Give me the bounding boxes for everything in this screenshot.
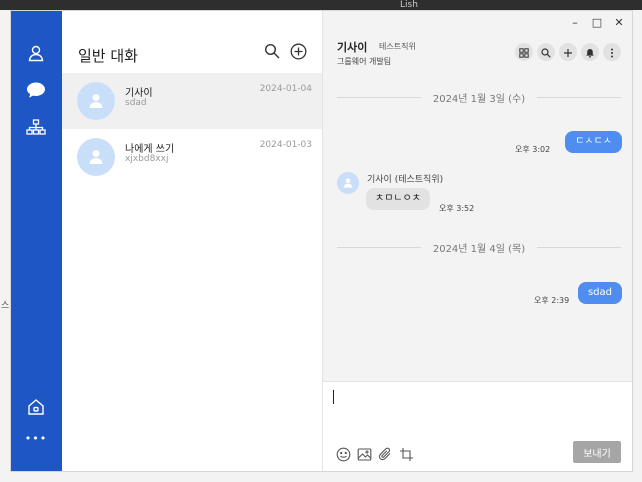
conversation-list-panel: 일반 대화 기사이 sdad 2024-01-04 나에게 쓰기 xjxbd8x… [62, 11, 322, 471]
divider-line [537, 96, 622, 98]
sender-name: 기사이 (테스트직위) [367, 175, 444, 185]
desktop-top-strip [0, 0, 642, 10]
divider-line [537, 246, 622, 248]
rail-more-button[interactable]: ••• [23, 425, 49, 451]
conversation-preview: sdad [125, 98, 147, 108]
rail-contacts-button[interactable] [23, 40, 49, 66]
message-time: 오후 2:39 [534, 296, 570, 305]
smiley-icon [336, 447, 351, 466]
add-member-button[interactable] [559, 43, 577, 61]
nav-rail: ••• [11, 11, 62, 471]
plus-icon [563, 43, 573, 62]
chat-search-button[interactable] [537, 43, 555, 61]
rail-home-button[interactable] [23, 394, 49, 420]
divider-line [337, 96, 421, 98]
crop-button[interactable] [398, 447, 414, 466]
date-divider-label: 2024년 1월 4일 (목) [432, 243, 526, 255]
emoji-button[interactable] [335, 447, 351, 466]
avatar [77, 82, 115, 120]
rail-chat-button[interactable] [23, 77, 49, 103]
desktop-left-strip [0, 10, 10, 482]
window-controls: – □ ✕ [564, 11, 632, 33]
more-dots-icon: ••• [24, 431, 48, 445]
message-composer: 보내기 [323, 381, 632, 471]
attach-button[interactable] [377, 447, 393, 466]
chat-partner-position: 테스트직위 [379, 42, 416, 51]
avatar [337, 172, 359, 194]
outgoing-message: sdad [577, 282, 622, 304]
close-button[interactable]: ✕ [610, 13, 628, 31]
bell-icon [585, 43, 595, 62]
more-options-button[interactable] [603, 43, 621, 61]
search-button[interactable] [262, 43, 282, 63]
conversation-preview: xjxbd8xxj [125, 154, 169, 164]
grid-icon [519, 43, 529, 62]
date-divider: 2024년 1월 3일 (수) [337, 90, 622, 105]
image-button[interactable] [356, 447, 372, 466]
message-time: 오후 3:02 [515, 145, 551, 154]
date-divider-label: 2024년 1월 3일 (수) [432, 93, 526, 105]
messenger-window: ••• 일반 대화 기사이 sdad 2024-01-04 나에게 쓰기 xjx… [10, 10, 633, 472]
date-divider: 2024년 1월 4일 (목) [337, 240, 622, 255]
paperclip-icon [378, 447, 393, 466]
chat-partner-name: 기사이 [337, 41, 368, 54]
conversation-item[interactable]: 기사이 sdad 2024-01-04 [62, 73, 322, 129]
grid-view-button[interactable] [515, 43, 533, 61]
desktop: Lish 스 ••• 일반 대화 기사이 sdad 2024-01-04 나에게… [0, 0, 642, 482]
vertical-dots-icon [610, 43, 614, 62]
divider-line [337, 246, 421, 248]
chat-bubble-icon [26, 81, 46, 99]
chat-panel: – □ ✕ 기사이 테스트직위 그룹웨어 개발팀 2024년 1월 3일 (수)… [322, 11, 632, 471]
person-icon [27, 44, 45, 62]
image-icon [357, 447, 372, 466]
notification-button[interactable] [581, 43, 599, 61]
send-button[interactable]: 보내기 [573, 441, 621, 463]
conversation-date: 2024-01-03 [259, 140, 312, 150]
chat-partner-department: 그룹웨어 개발팀 [337, 57, 392, 66]
conversation-date: 2024-01-04 [259, 84, 312, 94]
search-icon [541, 43, 551, 62]
conversation-name: 기사이 [125, 88, 153, 99]
rail-organization-button[interactable] [23, 115, 49, 141]
message-input[interactable] [331, 388, 627, 432]
new-chat-button[interactable] [288, 43, 308, 63]
conversation-item[interactable]: 나에게 쓰기 xjxbd8xxj 2024-01-03 [62, 129, 322, 185]
text-caret [333, 390, 334, 404]
conversation-name: 나에게 쓰기 [125, 144, 175, 155]
plus-circle-icon [290, 43, 307, 64]
background-fragment-text: Lish [400, 0, 418, 10]
message-time: 오후 3:52 [439, 204, 475, 213]
home-icon [27, 398, 45, 416]
minimize-button[interactable]: – [566, 13, 584, 31]
background-fragment-text: 스 [1, 301, 10, 311]
incoming-message: ㅊㅁㄴㅇㅊ [366, 188, 430, 210]
org-chart-icon [26, 119, 46, 137]
desktop-right-strip [633, 10, 642, 482]
crop-icon [399, 447, 414, 466]
chat-header: 기사이 테스트직위 그룹웨어 개발팀 [323, 33, 632, 71]
maximize-button[interactable]: □ [588, 13, 606, 31]
list-title: 일반 대화 [78, 47, 138, 65]
search-icon [264, 43, 280, 63]
desktop-bottom-strip [0, 472, 642, 482]
outgoing-message: ㄷㅅㄷㅅ [565, 131, 622, 153]
avatar [77, 138, 115, 176]
